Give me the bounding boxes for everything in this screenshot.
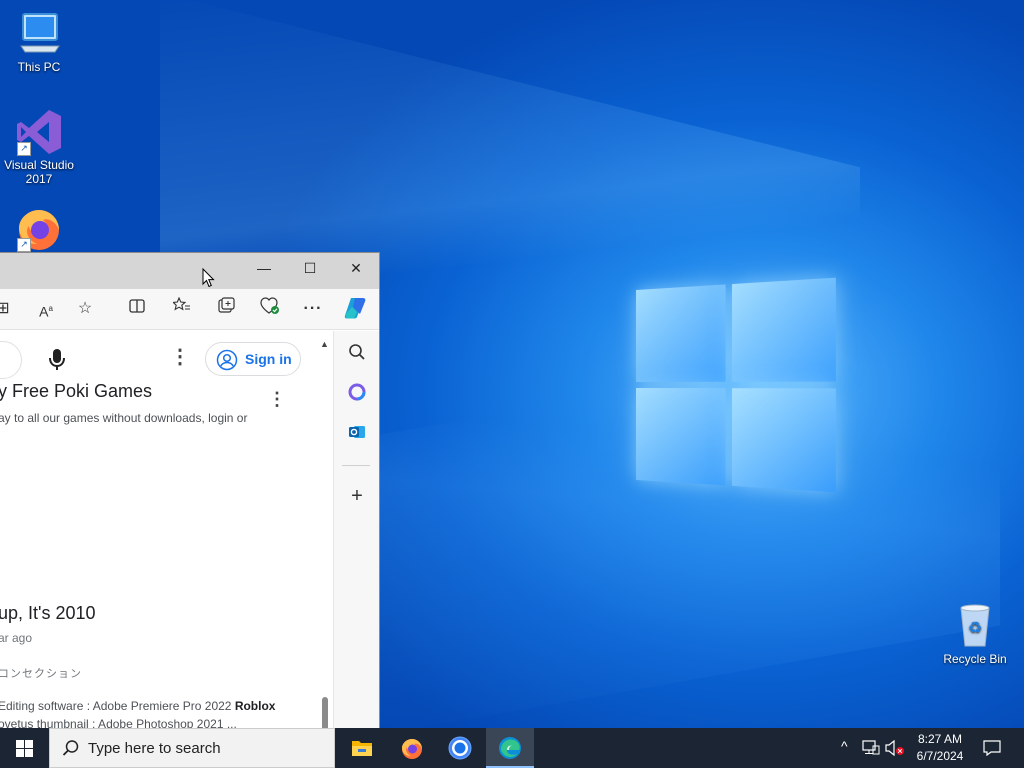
more-options-icon[interactable]: ··· — [300, 297, 326, 321]
microphone-icon[interactable] — [44, 345, 70, 373]
clock[interactable]: 8:27 AM 6/7/2024 — [910, 728, 970, 768]
clock-date: 6/7/2024 — [910, 749, 970, 763]
scrollbar-thumb[interactable] — [322, 697, 328, 730]
desktop-icon-recycle-bin[interactable]: ♻ Recycle Bin — [937, 602, 1013, 666]
apps-icon[interactable]: ⊞ — [0, 297, 16, 321]
browser-essentials-icon[interactable] — [257, 297, 283, 321]
result-snippet: ay to all our games without downloads, l… — [0, 411, 247, 425]
edge-sidebar: + — [333, 331, 380, 729]
notification-icon — [983, 740, 1001, 756]
firefox-icon: ↗ — [15, 204, 63, 252]
favorites-list-icon[interactable] — [169, 297, 195, 321]
result-tag: コンセクション — [0, 665, 82, 681]
sign-in-button[interactable]: Sign in — [205, 342, 301, 376]
maximize-button[interactable]: ☐ — [287, 253, 333, 283]
window-titlebar[interactable]: — ☐ ✕ — [0, 253, 379, 289]
minimize-button[interactable]: — — [241, 253, 287, 283]
shortcut-arrow-icon: ↗ — [17, 238, 31, 252]
copilot-icon[interactable] — [342, 297, 368, 321]
search-box-edge[interactable] — [0, 341, 22, 379]
result-meta: ar ago — [0, 631, 32, 645]
windows-logo-wallpaper — [636, 278, 836, 493]
edge-icon — [498, 736, 522, 760]
taskbar-file-explorer[interactable] — [338, 728, 386, 768]
read-aloud-icon[interactable]: Aa — [33, 297, 59, 321]
desktop-icon-this-pc[interactable]: This PC — [1, 10, 77, 74]
split-screen-icon[interactable] — [124, 297, 150, 321]
taskbar-edge[interactable] — [486, 728, 534, 768]
svg-text:♻: ♻ — [968, 618, 982, 637]
taskbar-chrome[interactable] — [436, 728, 484, 768]
mouse-cursor-icon — [202, 268, 216, 288]
edge-browser-window: — ☐ ✕ ⊞ Aa ☆ ··· ⋮ Sign in — [0, 252, 380, 730]
chrome-icon — [448, 736, 472, 760]
volume-muted-icon[interactable] — [884, 728, 906, 768]
browser-toolbar: ⊞ Aa ☆ ··· — [0, 289, 379, 330]
sidebar-copilot-icon[interactable] — [346, 383, 368, 405]
show-hidden-icons[interactable]: ^ — [838, 728, 856, 768]
taskbar: Type here to search ^ 8:27 AM 6/7/2024 — [0, 728, 1024, 768]
collections-icon[interactable] — [214, 297, 240, 321]
visual-studio-icon: ↗ — [15, 108, 63, 156]
taskbar-firefox[interactable] — [388, 728, 436, 768]
sidebar-divider — [342, 465, 370, 466]
search-placeholder: Type here to search — [88, 740, 221, 757]
google-menu-icon[interactable]: ⋮ — [170, 347, 182, 371]
scroll-up-arrow-icon[interactable]: ▲ — [320, 339, 329, 349]
search-icon — [62, 739, 80, 757]
taskbar-search-box[interactable]: Type here to search — [49, 728, 335, 768]
webpage-content: ⋮ Sign in y Free Poki Games ⋮ ay to all … — [0, 331, 332, 729]
windows-start-icon — [16, 740, 33, 757]
account-icon — [216, 349, 238, 371]
page-scrollbar[interactable]: ▲ — [320, 339, 330, 730]
result-title[interactable]: up, It's 2010 — [0, 603, 96, 624]
computer-icon — [15, 10, 63, 58]
result-snippet: Editing software : Adobe Premiere Pro 20… — [0, 699, 275, 713]
shortcut-arrow-icon: ↗ — [17, 142, 31, 156]
desktop-icon-label: This PC — [1, 60, 77, 74]
sign-in-label: Sign in — [245, 351, 292, 367]
result-title[interactable]: y Free Poki Games — [0, 381, 152, 402]
action-center-button[interactable] — [978, 728, 1008, 768]
result-more-icon[interactable]: ⋮ — [268, 389, 286, 410]
recycle-bin-icon: ♻ — [951, 602, 999, 650]
start-button[interactable] — [0, 728, 48, 768]
desktop-icon-label: Visual Studio 2017 — [1, 158, 77, 186]
network-icon[interactable] — [860, 728, 882, 768]
favorite-star-icon[interactable]: ☆ — [72, 297, 98, 321]
desktop-icon-firefox[interactable]: ↗ — [1, 204, 77, 254]
desktop-icon-label: Recycle Bin — [937, 652, 1013, 666]
sidebar-search-icon[interactable] — [346, 343, 368, 365]
outlook-icon[interactable] — [346, 423, 368, 445]
folder-icon — [351, 738, 373, 758]
sidebar-add-icon[interactable]: + — [346, 485, 368, 507]
desktop-icon-visual-studio[interactable]: ↗ Visual Studio 2017 — [1, 108, 77, 186]
firefox-icon — [400, 736, 424, 760]
close-button[interactable]: ✕ — [333, 253, 379, 283]
clock-time: 8:27 AM — [910, 732, 970, 746]
